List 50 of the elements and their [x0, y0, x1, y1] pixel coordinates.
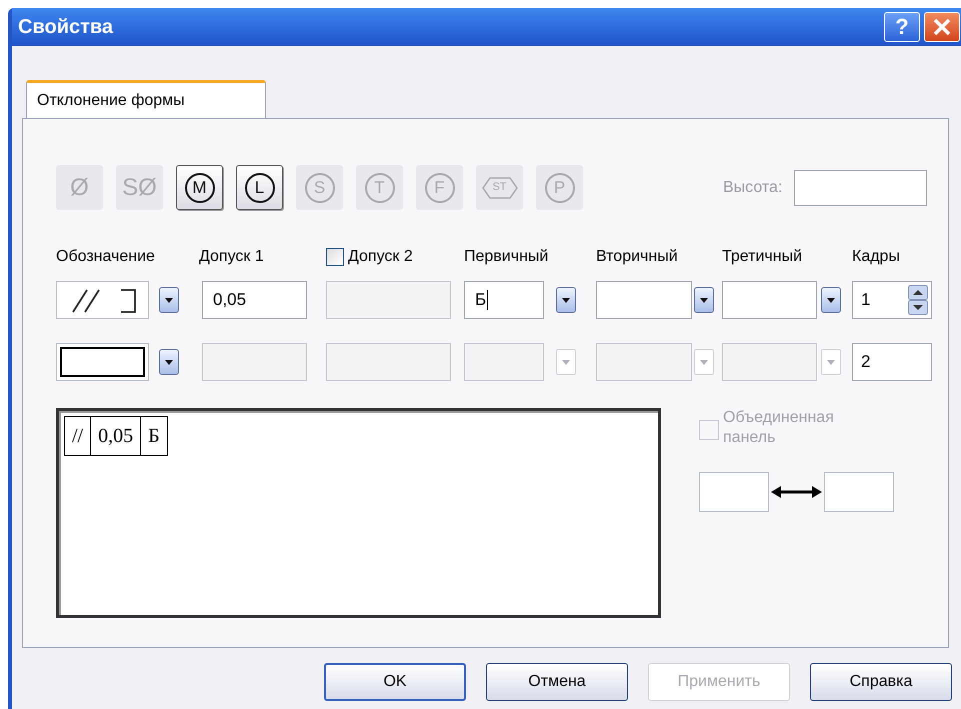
- dialog-button[interactable]: Справка: [810, 663, 952, 701]
- close-icon: [933, 18, 951, 36]
- dialog-button[interactable]: Отмена: [486, 663, 628, 701]
- height-field[interactable]: [794, 170, 928, 206]
- column-label: Третичный: [722, 247, 802, 267]
- input-field[interactable]: [596, 281, 692, 319]
- column-label: Допуск 1: [199, 247, 264, 267]
- symbol-field[interactable]: [56, 281, 149, 319]
- input-field[interactable]: [699, 472, 769, 512]
- caret-icon: [700, 298, 708, 302]
- symbol-button[interactable]: M: [176, 165, 223, 210]
- height-label: Высота:: [723, 178, 782, 198]
- column-label: Допуск 2: [348, 247, 413, 267]
- caret-icon: [165, 298, 173, 302]
- dialog-button[interactable]: OK: [324, 663, 466, 701]
- caret-icon: [827, 298, 835, 302]
- tab[interactable]: Отклонение формы: [26, 80, 266, 118]
- input-field[interactable]: 0,05: [202, 281, 307, 319]
- symbol-button[interactable]: L: [236, 165, 283, 210]
- preview-cell: 0,05: [90, 417, 140, 455]
- caret-icon: [562, 298, 570, 302]
- input-field[interactable]: [722, 281, 817, 319]
- column-label: Первичный: [464, 247, 548, 267]
- close-button[interactable]: [924, 12, 960, 42]
- frame-icon: [60, 347, 145, 377]
- spinner-arrows-icon: [908, 285, 928, 315]
- column-label: Кадры: [852, 247, 900, 267]
- column-label: Вторичный: [596, 247, 678, 267]
- input-field[interactable]: [824, 472, 894, 512]
- input-field[interactable]: Б: [464, 281, 544, 319]
- dropdown-button[interactable]: [556, 287, 576, 313]
- checkbox-label: Объединенная панель: [723, 408, 835, 448]
- symbol-field[interactable]: [56, 343, 149, 381]
- caret-icon: [827, 360, 835, 364]
- caret-icon: [562, 360, 570, 364]
- dropdown-button[interactable]: [821, 287, 841, 313]
- column-label: Обозначение: [56, 247, 155, 267]
- caret-icon: [700, 360, 708, 364]
- window-title: Свойства: [18, 15, 114, 40]
- dropdown-button[interactable]: [694, 287, 714, 313]
- hexagon-icon: [482, 176, 518, 198]
- frames-field[interactable]: 2: [852, 343, 932, 381]
- checkbox[interactable]: [326, 248, 344, 266]
- preview-cell: Б: [140, 417, 167, 455]
- dropdown-button[interactable]: [159, 287, 179, 313]
- dropdown-button[interactable]: [159, 349, 179, 375]
- caret-icon: [165, 360, 173, 364]
- preview-cell-text: //: [71, 424, 84, 449]
- double-arrow-icon: [769, 485, 824, 499]
- frames-field[interactable]: 1: [852, 281, 932, 319]
